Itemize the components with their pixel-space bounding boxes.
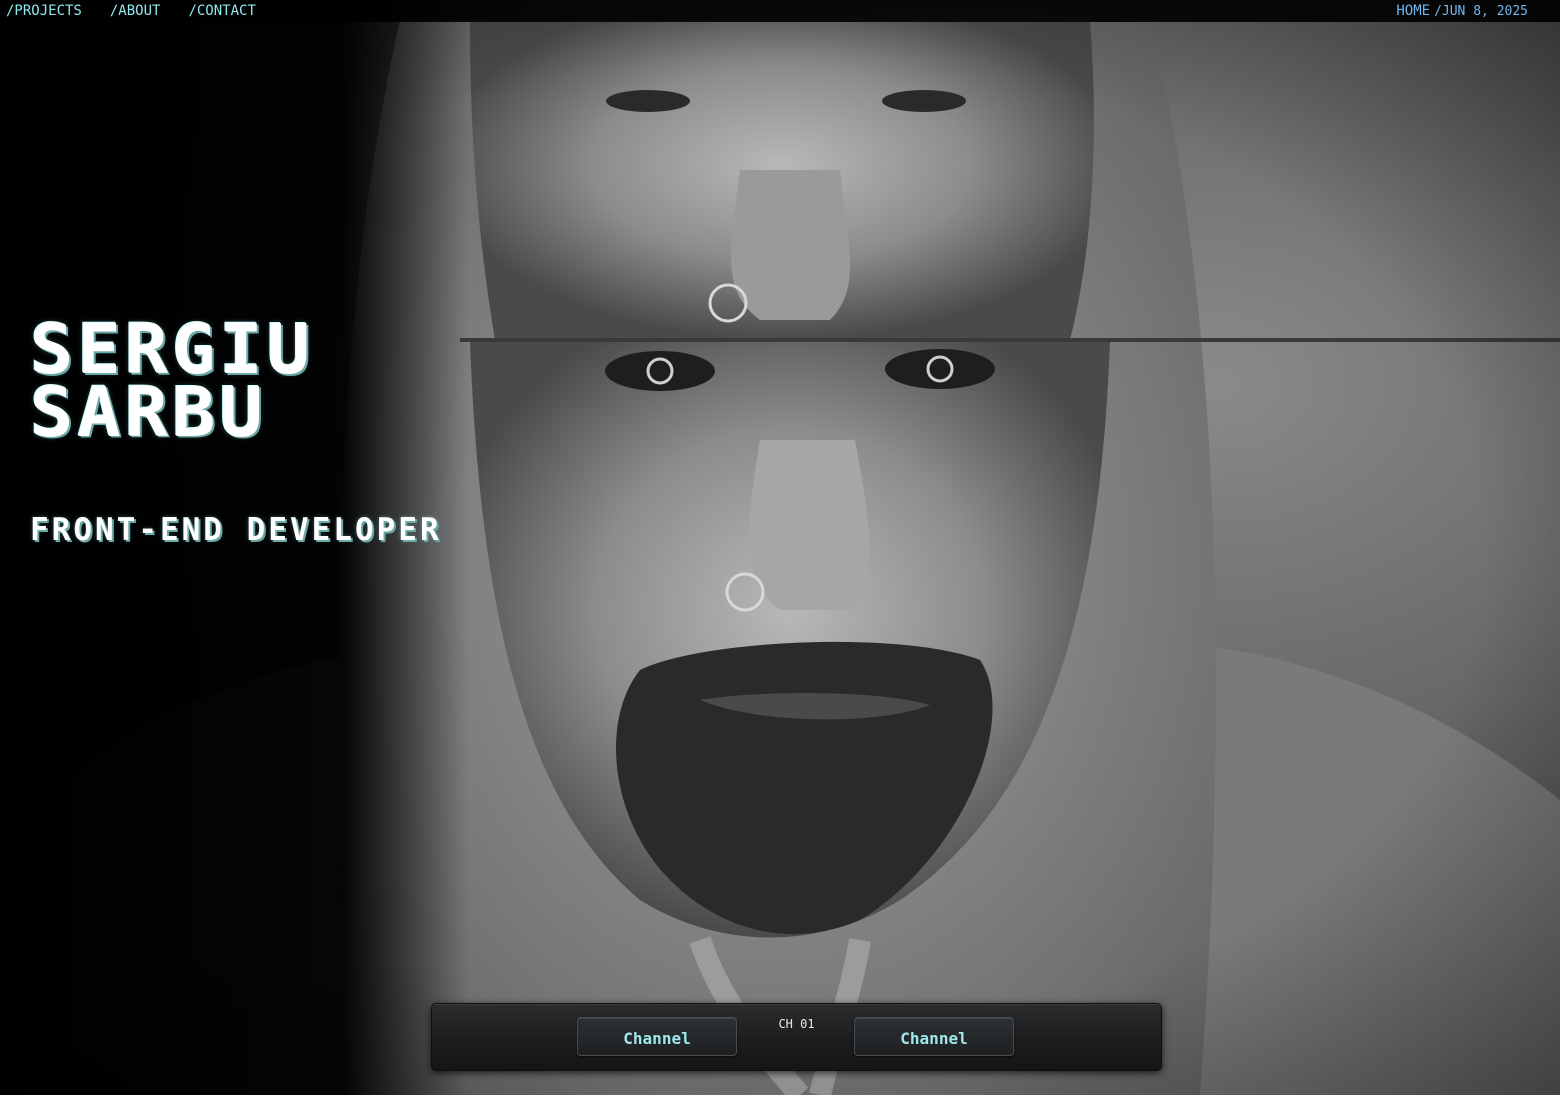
nav-link-about[interactable]: /ABOUT — [110, 3, 161, 19]
nav-link-projects[interactable]: /PROJECTS — [6, 3, 82, 19]
hero-name-last: SARBU — [30, 372, 267, 452]
nav-date: /JUN 8, 2025 — [1434, 4, 1528, 19]
channel-next-button[interactable]: Channel — [854, 1017, 1014, 1056]
hero-role: FRONT-END DEVELOPER — [30, 512, 442, 548]
nav-links: /PROJECTS /ABOUT /CONTACT — [6, 3, 256, 19]
channel-indicator: CH 01 — [778, 1017, 815, 1031]
hero-section: SERGIU SARBU FRONT-END DEVELOPER — [30, 315, 442, 548]
hero-name: SERGIU SARBU — [30, 315, 442, 446]
nav-link-contact[interactable]: /CONTACT — [188, 3, 255, 19]
top-navigation: /PROJECTS /ABOUT /CONTACT HOME /JUN 8, 2… — [0, 0, 1560, 22]
nav-home-link[interactable]: HOME — [1396, 3, 1430, 19]
nav-breadcrumb: HOME /JUN 8, 2025 — [1396, 3, 1528, 19]
channel-control-panel: Channel CH 01 Channel — [431, 1003, 1162, 1071]
